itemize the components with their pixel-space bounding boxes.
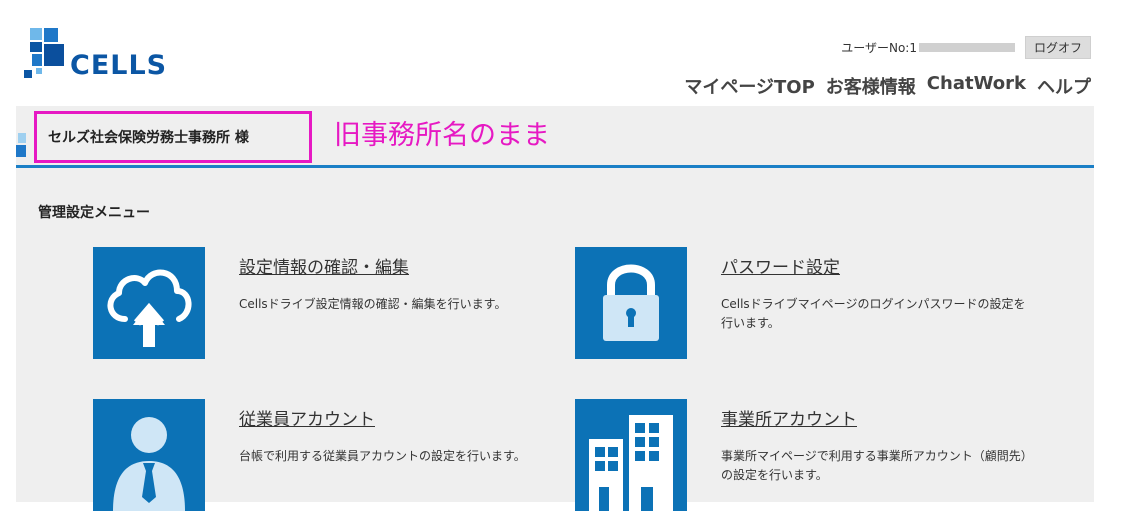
logo-text: CELLS (70, 50, 168, 81)
menu-item-employee-account: 従業員アカウント 台帳で利用する従業員アカウントの設定を行います。 (93, 399, 533, 519)
annotation-text: 旧事務所名のまま (334, 120, 550, 151)
employee-tile[interactable] (93, 399, 205, 511)
menu-item-office-account: 事業所アカウント 事業所マイページで利用する事業所アカウント（顧問先）の設定を行… (575, 399, 1033, 519)
top-nav: マイページTOP お客様情報 ChatWork ヘルプ (684, 73, 1091, 99)
employee-account-description: 台帳で利用する従業員アカウントの設定を行います。 (239, 449, 526, 463)
nav-help[interactable]: ヘルプ (1037, 73, 1091, 99)
settings-link[interactable]: 設定情報の確認・編集 (239, 253, 409, 278)
settings-description: Cellsドライブ設定情報の確認・編集を行います。 (239, 297, 507, 311)
user-number-label: ユーザーNo: (841, 41, 910, 55)
password-tile[interactable] (575, 247, 687, 359)
title-band: セルズ社会保険労務士事務所 様 旧事務所名のまま (16, 106, 1094, 168)
nav-mypage-top[interactable]: マイページTOP (684, 73, 814, 99)
user-number-mask (918, 43, 1015, 52)
content-area: セルズ社会保険労務士事務所 様 旧事務所名のまま 管理設定メニュー 設定情報の確… (16, 106, 1094, 511)
cloud-upload-icon (107, 269, 192, 347)
menu-item-settings: 設定情報の確認・編集 Cellsドライブ設定情報の確認・編集を行います。 (93, 247, 533, 367)
office-account-description: 事業所マイページで利用する事業所アカウント（顧問先）の設定を行います。 (721, 449, 1033, 482)
menu-item-password: パスワード設定 Cellsドライブマイページのログインパスワードの設定を行います… (575, 247, 1025, 367)
lock-icon (603, 264, 659, 341)
title-decoration-icon (16, 133, 26, 157)
office-tile[interactable] (575, 399, 687, 511)
password-link[interactable]: パスワード設定 (721, 253, 840, 278)
office-account-link[interactable]: 事業所アカウント (721, 405, 857, 430)
settings-tile[interactable] (93, 247, 205, 359)
password-description: Cellsドライブマイページのログインパスワードの設定を行います。 (721, 297, 1026, 330)
site-header: CELLS ユーザーNo: 1 ログオフ マイページTOP お客様情報 Chat… (0, 0, 1127, 100)
employee-icon (113, 417, 185, 511)
logoff-button[interactable]: ログオフ (1024, 36, 1091, 59)
employee-account-link[interactable]: 従業員アカウント (239, 405, 375, 430)
user-bar: ユーザーNo: 1 ログオフ (841, 36, 1091, 59)
office-name: セルズ社会保険労務士事務所 様 (34, 111, 312, 163)
nav-chatwork[interactable]: ChatWork (927, 73, 1026, 99)
user-number-value: 1 (909, 40, 917, 55)
cells-logo-mark-icon (24, 28, 64, 78)
building-icon (589, 415, 673, 511)
menu-heading: 管理設定メニュー (38, 205, 150, 221)
nav-customer-info[interactable]: お客様情報 (826, 73, 916, 99)
